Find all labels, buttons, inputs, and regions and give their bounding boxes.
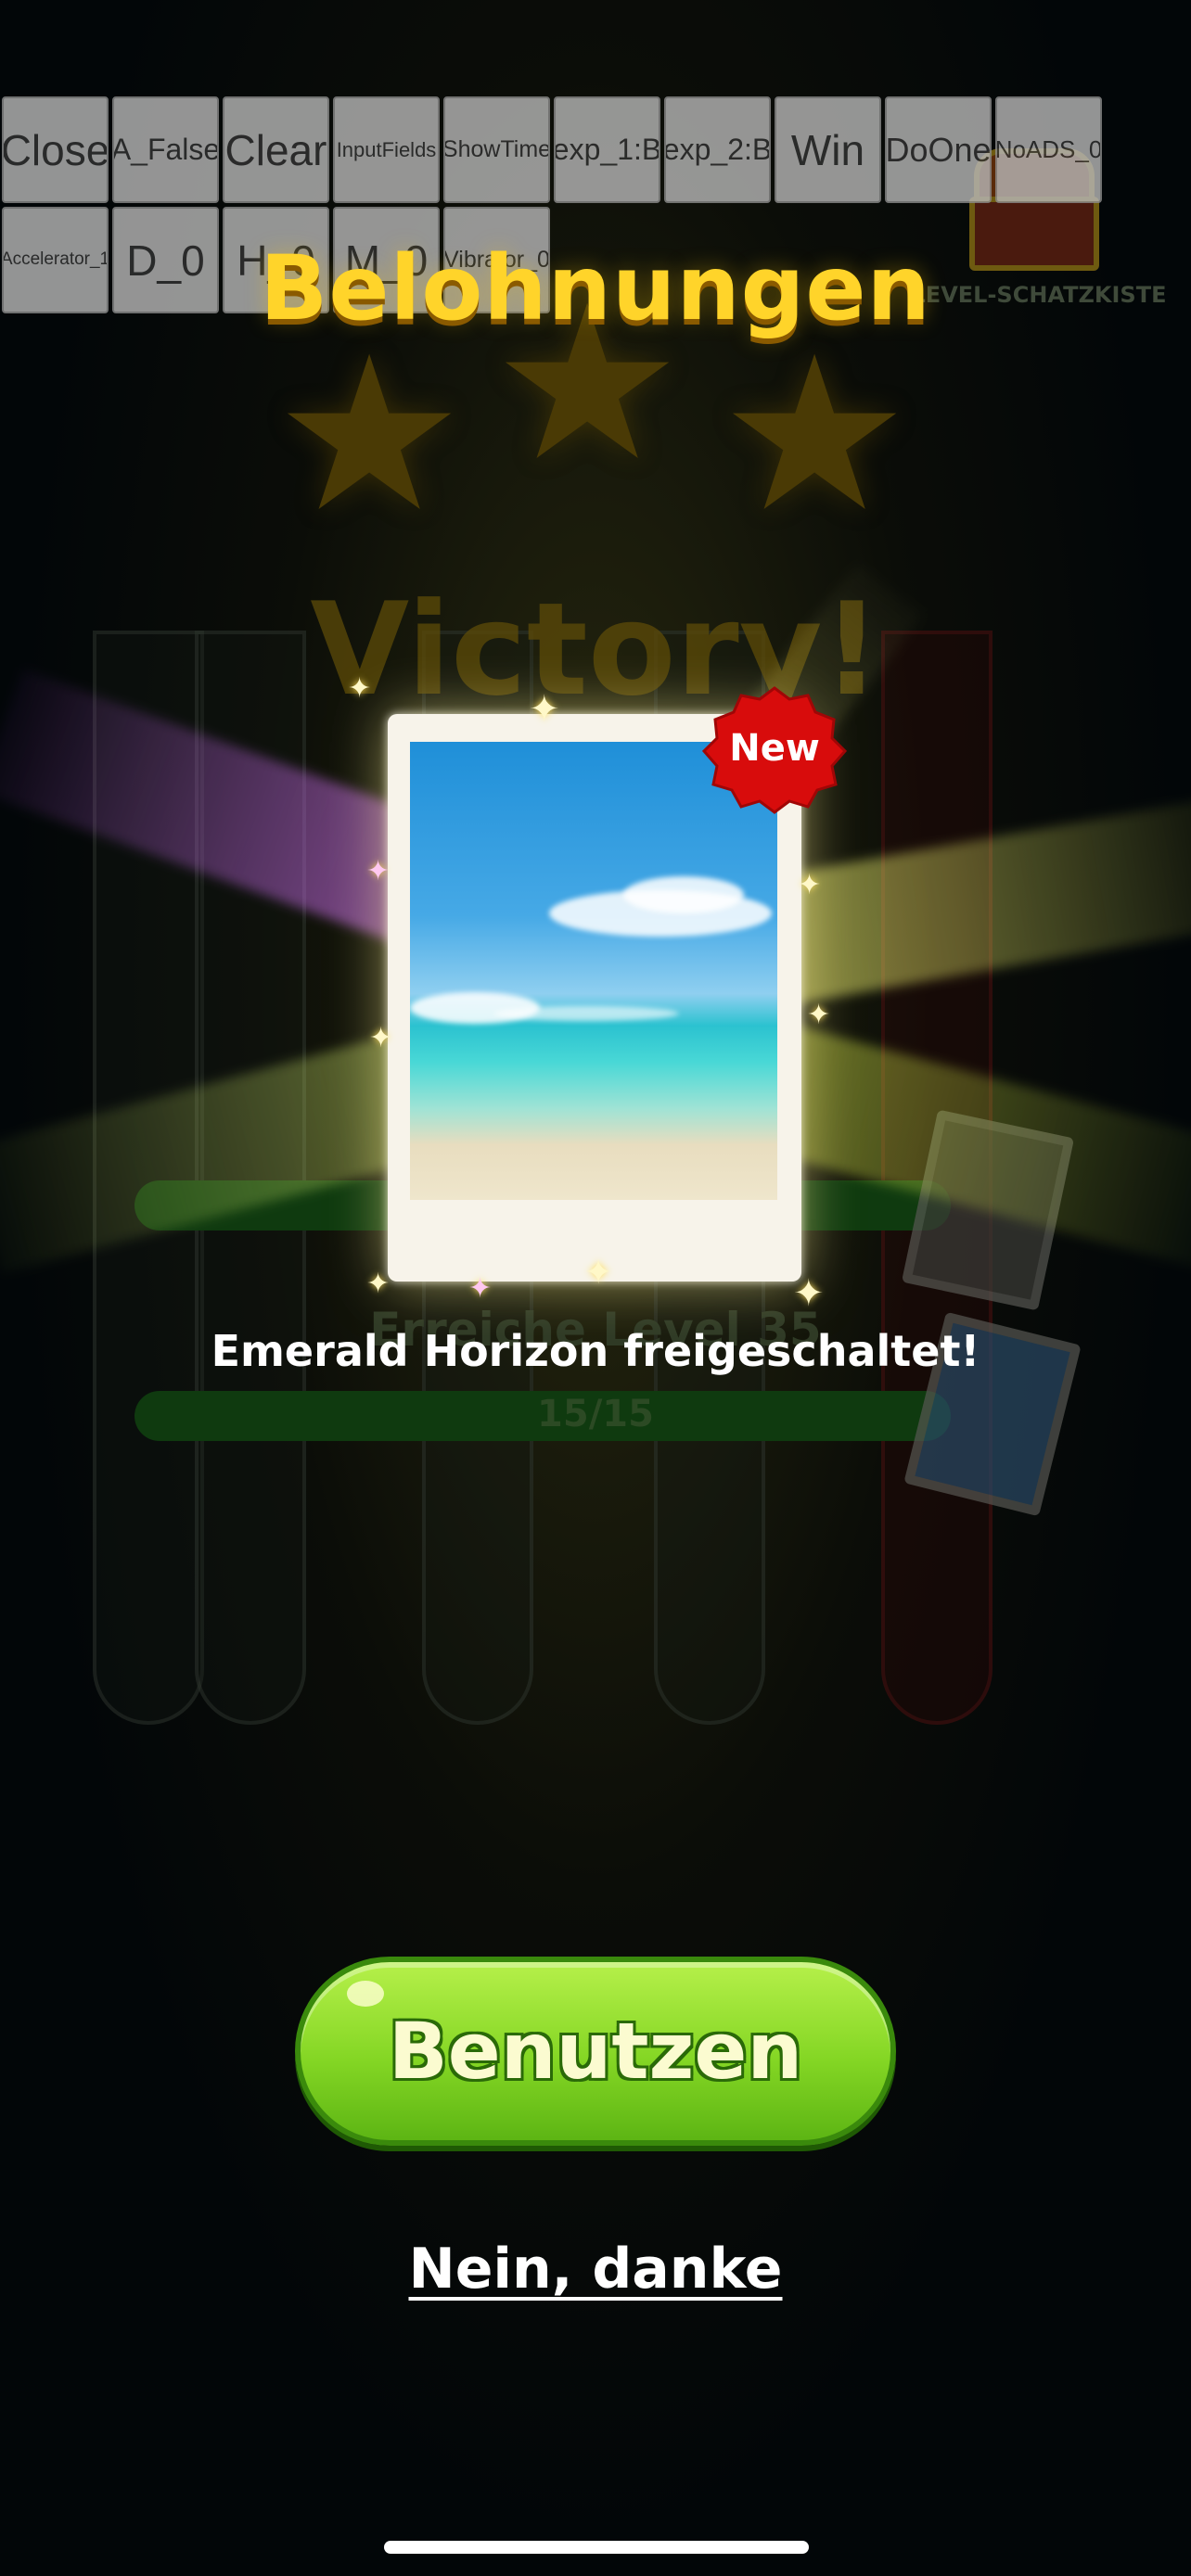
debug-clear-button[interactable]: Clear [223,96,329,203]
sparkle-icon: ✦ [529,688,560,731]
sparkle-icon: ✦ [798,869,822,901]
debug-exp2-button[interactable]: exp_2:B [664,96,771,203]
sparkle-icon: ✦ [369,1022,393,1054]
no-thanks-label: Nein, danke [408,2237,783,2302]
new-badge: New [701,686,848,814]
debug-noads-button[interactable]: NoADS_0 [995,96,1102,203]
use-button-label: Benutzen [388,2006,803,2097]
victory-heading: Victory! [310,575,881,724]
sparkle-icon: ✦ [366,1268,391,1300]
button-gloss [347,1981,384,2007]
debug-a-false-button[interactable]: A_False [112,96,219,203]
sparkle-icon: ✦ [793,1272,825,1315]
debug-win-button[interactable]: Win [775,96,881,203]
sparkle-icon: ✦ [348,672,372,705]
star-icon: ★ [274,312,466,559]
page-title: Belohnungen [260,236,931,340]
debug-inputfields-button[interactable]: InputFields [333,96,440,203]
star-icon: ★ [719,312,911,559]
use-button[interactable]: Benutzen [295,1957,896,2146]
sparkle-icon: ✦ [366,855,391,887]
sparkle-icon: ✦ [584,1254,613,1292]
debug-showtime-button[interactable]: ShowTime [443,96,550,203]
new-badge-label: New [729,727,820,770]
sparkle-icon: ✦ [468,1272,493,1305]
home-indicator[interactable] [384,2541,809,2554]
unlock-message: Emerald Horizon freigeschaltet! [211,1326,980,1376]
sparkle-icon: ✦ [807,999,831,1031]
debug-exp1-button[interactable]: exp_1:B [554,96,660,203]
no-thanks-link[interactable]: Nein, danke [0,2237,1191,2302]
debug-close-button[interactable]: Close [2,96,109,203]
debug-doone-button[interactable]: DoOne [885,96,992,203]
